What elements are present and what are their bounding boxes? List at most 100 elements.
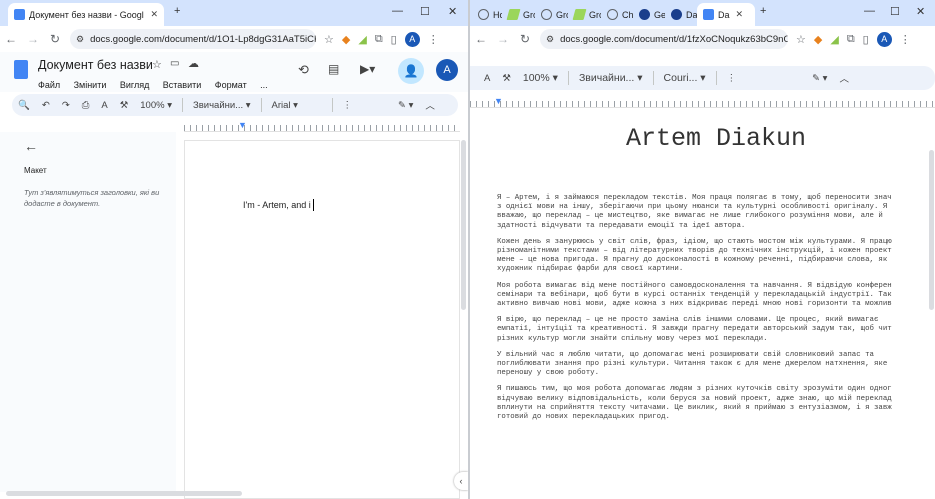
redo-icon[interactable]: ↷ (62, 100, 70, 111)
style-select[interactable]: Звичайни... ▾ (193, 100, 251, 111)
maximize-button[interactable]: ☐ (420, 5, 430, 18)
font-select[interactable]: Couri... ▾ (664, 72, 706, 84)
tab-strip: Документ без назви - Google Д ✕ + — ☐ ✕ (0, 0, 468, 26)
zoom-select[interactable]: 100% ▾ (523, 72, 558, 84)
collapse-side-panel-button[interactable]: ‹ (454, 472, 468, 490)
site-info-icon[interactable]: ⚙ (546, 34, 554, 45)
history-icon[interactable]: ⟲ (298, 62, 309, 78)
bookmark-star-icon[interactable]: ☆ (324, 33, 334, 46)
right-browser-window: Ho Gro Gro Gro Ch Ge Da Da ✕ + — ☐ ✕ ← →… (470, 0, 935, 499)
document-heading[interactable]: Artem Diakun (626, 124, 806, 153)
extensions-puzzle-icon[interactable]: ⧉ (375, 33, 383, 46)
close-window-button[interactable]: ✕ (916, 5, 925, 18)
tab-ho[interactable]: Ho (472, 3, 502, 26)
document-title[interactable]: Документ без назви (38, 58, 153, 72)
chatgpt-icon (607, 9, 618, 20)
extensions-puzzle-icon[interactable]: ⧉ (847, 33, 855, 46)
maximize-button[interactable]: ☐ (890, 5, 900, 18)
close-tab-icon[interactable]: ✕ (736, 9, 744, 20)
paint-format-icon[interactable]: ⚒ (502, 73, 511, 84)
horizontal-ruler[interactable]: ▼ (470, 96, 935, 108)
docs-logo-icon[interactable] (14, 60, 28, 79)
extension-leaf-icon[interactable]: ◢ (358, 33, 366, 46)
sidebar-icon[interactable]: ▯ (391, 33, 397, 46)
url-field[interactable]: ⚙ docs.google.com/document/d/1O1-Lp8dgG3… (70, 29, 316, 49)
indent-marker-icon[interactable]: ▼ (238, 120, 247, 130)
document-page[interactable]: I'm - Artem, and i (184, 140, 460, 499)
back-icon[interactable]: ← (470, 32, 492, 46)
zoom-select[interactable]: 100% ▾ (140, 100, 172, 111)
document-body-text[interactable]: I'm - Artem, and i (243, 200, 311, 210)
more-tools-icon[interactable]: ⋮ (343, 100, 353, 111)
comments-icon[interactable]: ▤ (328, 62, 339, 76)
tab-ch[interactable]: Ch (601, 3, 633, 26)
tab-strip: Ho Gro Gro Gro Ch Ge Da Da ✕ + — ☐ ✕ (470, 0, 935, 26)
style-select[interactable]: Звичайни... ▾ (579, 72, 643, 84)
close-outline-icon[interactable]: ← (24, 138, 38, 154)
menu-insert[interactable]: Вставити (163, 80, 202, 90)
menu-edit[interactable]: Змінити (74, 80, 107, 90)
minimize-button[interactable]: — (864, 5, 875, 17)
extension-leaf-icon[interactable]: ◢ (830, 33, 838, 46)
new-tab-button[interactable]: + (760, 5, 766, 17)
undo-icon[interactable]: ↶ (42, 100, 50, 111)
spellcheck-icon[interactable]: A (484, 73, 490, 84)
edit-mode-icon[interactable]: ✎ ▾ (812, 73, 827, 84)
tab-da-active[interactable]: Da ✕ (697, 3, 755, 26)
star-icon[interactable]: ☆ (152, 58, 162, 71)
bookmark-star-icon[interactable]: ☆ (796, 33, 806, 46)
forward-icon[interactable]: → (492, 32, 514, 46)
sidebar-icon[interactable]: ▯ (863, 33, 869, 46)
move-folder-icon[interactable]: ▭ (170, 58, 179, 69)
font-select[interactable]: Arial ▾ (272, 100, 322, 111)
paragraph: Я – Артем, і я займаюся перекладом текст… (497, 194, 892, 230)
spellcheck-icon[interactable]: A (101, 100, 107, 111)
browser-menu-icon[interactable]: ⋮ (900, 33, 911, 46)
menu-file[interactable]: Файл (38, 80, 60, 90)
metamask-icon[interactable]: ◆ (814, 33, 822, 46)
horizontal-scrollbar[interactable] (6, 491, 242, 496)
back-icon[interactable]: ← (0, 32, 22, 46)
close-window-button[interactable]: ✕ (448, 5, 457, 18)
more-tools-icon[interactable]: ⋮ (727, 73, 737, 84)
paint-format-icon[interactable]: ⚒ (120, 100, 129, 111)
tab-da-1[interactable]: Da (665, 3, 697, 26)
close-tab-icon[interactable]: ✕ (150, 9, 158, 20)
collapse-menus-icon[interactable]: ︿ (425, 98, 435, 112)
minimize-button[interactable]: — (392, 5, 403, 17)
menu-view[interactable]: Вигляд (120, 80, 150, 90)
indent-marker-icon[interactable]: ▼ (494, 96, 503, 106)
search-menus-icon[interactable]: 🔍 (18, 100, 30, 111)
menu-format[interactable]: Формат (215, 80, 247, 90)
share-button[interactable]: 👤 (398, 58, 424, 84)
account-avatar[interactable]: A (436, 59, 458, 81)
document-body[interactable]: Я – Артем, і я займаюся перекладом текст… (497, 194, 892, 429)
reload-icon[interactable]: ↻ (514, 32, 536, 46)
reload-icon[interactable]: ↻ (44, 32, 66, 46)
vertical-scrollbar[interactable] (461, 140, 466, 310)
tab-gro-1[interactable]: Gro (502, 3, 535, 26)
menu-more[interactable]: ... (260, 80, 268, 90)
horizontal-ruler[interactable]: ▼ (184, 120, 460, 132)
forward-icon[interactable]: → (22, 32, 44, 46)
print-icon[interactable]: ⎙ (82, 100, 90, 111)
profile-avatar[interactable]: A (876, 31, 892, 47)
tab-gro-3[interactable]: Gro (568, 3, 601, 26)
meet-icon[interactable]: ▶▾ (360, 62, 375, 76)
tab-google-doc[interactable]: Документ без назви - Google Д ✕ (8, 3, 164, 26)
collapse-menus-icon[interactable]: ︿ (839, 71, 849, 85)
url-field[interactable]: ⚙ docs.google.com/document/d/1fzXoCNoquk… (540, 29, 788, 49)
site-info-icon[interactable]: ⚙ (76, 34, 84, 45)
profile-avatar[interactable]: A (404, 31, 420, 47)
document-page[interactable]: Artem Diakun Я – Артем, і я займаюся пер… (470, 110, 928, 499)
new-tab-button[interactable]: + (174, 5, 180, 17)
metamask-icon[interactable]: ◆ (342, 33, 350, 46)
tab-gro-2[interactable]: Gro (535, 3, 568, 26)
tab-ge[interactable]: Ge (633, 3, 665, 26)
edit-mode-icon[interactable]: ✎ ▾ (398, 100, 413, 111)
formatting-toolbar: A ⚒ 100% ▾ Звичайни... ▾ Couri... ▾ ⋮ ✎ … (470, 66, 935, 90)
outline-heading: Макет (24, 166, 47, 175)
vertical-scrollbar[interactable] (929, 150, 934, 310)
grammar-icon (506, 9, 521, 20)
browser-menu-icon[interactable]: ⋮ (428, 33, 439, 46)
